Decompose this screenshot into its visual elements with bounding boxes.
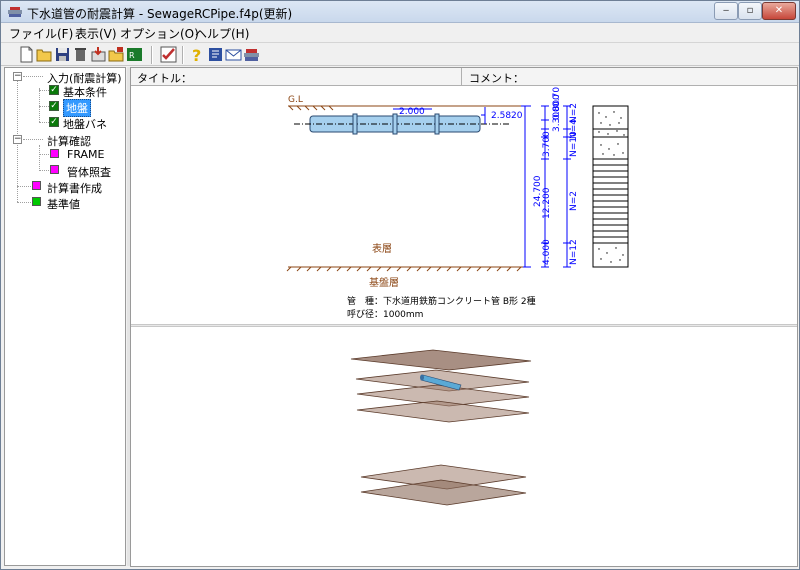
collapse-toggle[interactable]: − [13,135,22,144]
status-square-icon [32,181,41,190]
menu-view[interactable]: 表示(V) [75,25,117,42]
dim-top-3: 0.700 [552,87,562,107]
pipe-offset-label: 2.5820 [491,111,523,121]
window-title: 下水道管の耐震計算 - SewageRCPipe.f4p(更新) [27,7,293,21]
manual-icon[interactable] [207,46,224,63]
base-hatch [286,266,522,272]
3d-view-panel[interactable] [131,327,797,566]
tree-line [17,202,31,203]
calc-report-icon[interactable]: R [126,46,143,63]
tree-node-basic-conditions[interactable]: 基本条件 [63,84,107,100]
3d-model-view [350,349,532,506]
tree-node-ground[interactable]: 地盤 [63,99,91,117]
pipe-joint [352,113,358,135]
collapse-toggle[interactable]: − [13,72,22,81]
status-square-icon [50,165,59,174]
check-icon[interactable] [160,46,177,63]
title-bar: 下水道管の耐震計算 - SewageRCPipe.f4p(更新) ‒ ▫ ✕ [1,1,799,23]
pipe-type-label: 管 種：下水道用鉄筋コンクリート管 B形 2種 [347,295,536,307]
menu-bar: ファイル(F) 表示(V) オプション(O) ヘルプ(H) [1,23,799,42]
tree-line [17,186,31,187]
gl-label: G.L [288,95,303,105]
tree-line [23,76,43,77]
3d-base-plates [360,464,527,506]
app-icon [8,7,22,17]
tree-line [39,122,49,123]
toolbar-separator [151,46,153,64]
title-label: タイトル： [137,72,192,85]
export-icon[interactable] [108,46,125,63]
nominal-diameter-label: 呼び径：1000mm [347,308,423,320]
tree-node-ground-spring[interactable]: 地盤バネ [63,116,107,132]
svg-text:?: ? [192,46,201,63]
dim-mid-label: 12.200 [542,187,552,219]
close-button[interactable]: ✕ [762,2,796,20]
svg-text:R: R [129,51,135,60]
3d-plate [356,400,530,423]
about-icon[interactable] [243,46,260,63]
import-icon[interactable] [90,46,107,63]
3d-plate [350,349,532,371]
menu-help[interactable]: ヘルプ(H) [195,25,249,42]
n-label-5: N=12 [569,239,579,265]
checked-icon: ✓ [49,101,59,111]
dim-bot-label: 4.000 [542,239,552,265]
maximize-button[interactable]: ▫ [738,2,762,20]
base-layer-label: 基盤層 [369,276,399,289]
surface-layer-label: 表層 [372,242,392,255]
info-bar: タイトル： コメント： [131,68,797,86]
ground-hatch [288,105,334,111]
pipe-joint [434,113,440,135]
toolbar: R ? [1,42,799,66]
menu-options[interactable]: オプション(O) [120,25,199,42]
tree-node-standards[interactable]: 基準値 [47,196,80,212]
application-window: 下水道管の耐震計算 - SewageRCPipe.f4p(更新) ‒ ▫ ✕ フ… [0,0,800,570]
tree-line [23,139,43,140]
tree-line [39,88,40,122]
email-icon[interactable] [225,46,242,63]
comment-label: コメント： [469,72,524,85]
info-divider [461,68,462,86]
help-icon[interactable]: ? [189,46,206,63]
status-square-icon [50,149,59,158]
dim-top-4: 3.700 [542,131,552,157]
n-label-3: N=10 [569,131,579,157]
checked-icon: ✓ [49,85,59,95]
open-folder-icon[interactable] [36,46,53,63]
3d-layer-plates [350,349,532,423]
main-panel: タイトル： コメント： G.L 2.000 2.5820 24.700 3.30… [130,67,798,567]
tree-node-calc-check[interactable]: 計算確認 [47,133,91,149]
checked-icon: ✓ [49,117,59,127]
navigation-tree: − 入力(耐震計算) ✓ 基本条件 ✓ 地盤 ✓ 地盤バネ − 計算確認 FRA… [4,67,126,566]
cross-section-panel: G.L 2.000 2.5820 24.700 3.300 0.800 0.70… [131,81,797,324]
tree-line [39,106,49,107]
delete-icon[interactable] [72,46,89,63]
3d-plate [360,479,527,506]
toolbar-separator [182,46,184,64]
save-icon[interactable] [54,46,71,63]
tree-line [39,90,49,91]
status-square-icon [32,197,41,206]
tree-line [39,145,40,169]
n-label-4: N=2 [569,191,579,211]
tree-node-pipe-check[interactable]: 管体照査 [67,164,111,180]
tree-node-report[interactable]: 計算書作成 [47,180,102,196]
menu-file[interactable]: ファイル(F) [9,25,73,42]
new-file-icon[interactable] [18,46,35,63]
tree-line [39,170,49,171]
cross-section-drawing: G.L 2.000 2.5820 24.700 3.300 0.800 0.70… [286,81,629,320]
pipe-joint [392,113,398,135]
tree-line [39,154,49,155]
minimize-button[interactable]: ‒ [714,2,738,20]
tree-node-frame[interactable]: FRAME [67,148,105,161]
